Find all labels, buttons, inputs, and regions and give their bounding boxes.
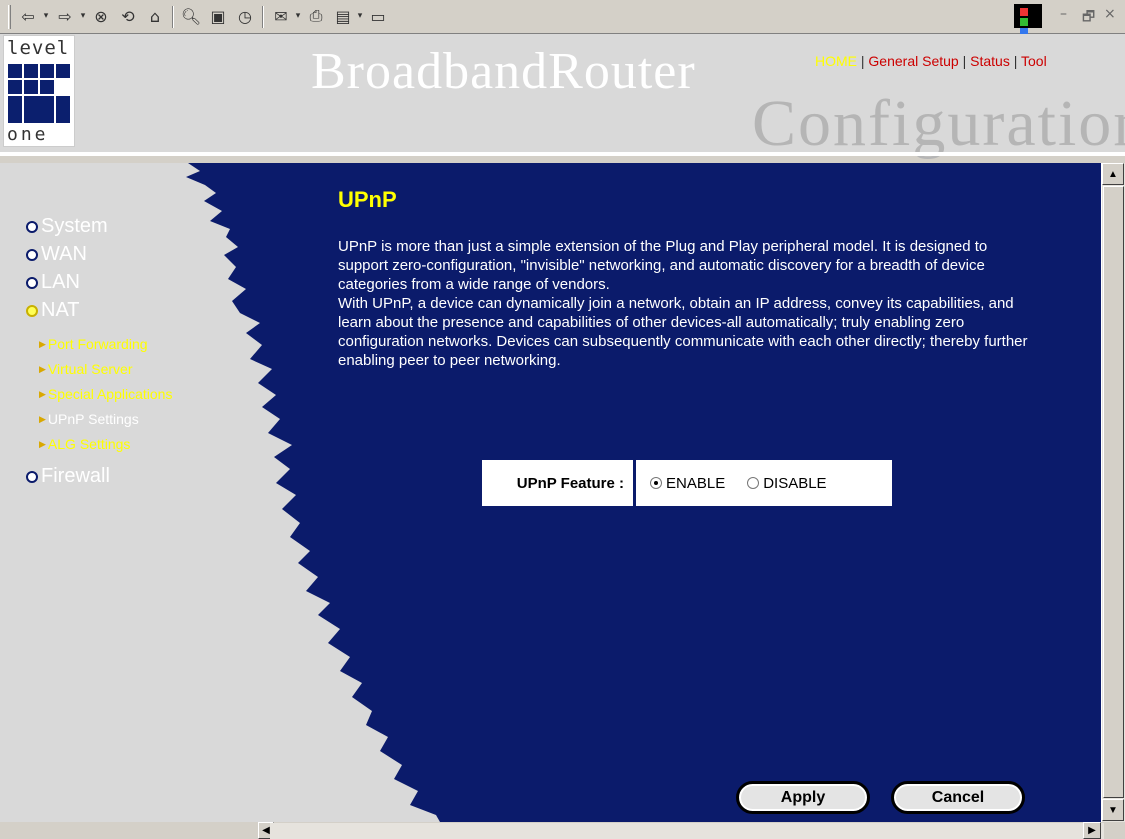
- arrow-right-icon: ▶: [39, 438, 46, 449]
- horizontal-scrollbar[interactable]: ◀ ▶: [0, 822, 1125, 839]
- toolbar-separator: [262, 6, 264, 28]
- sidebar-subitem-label: Port Forwarding: [47, 336, 148, 352]
- page-title: UPnP: [338, 187, 397, 212]
- nav-home[interactable]: HOME: [815, 53, 857, 69]
- nav-separator: |: [958, 53, 971, 69]
- upnp-feature-row: UPnP Feature : ENABLE DISABLE: [482, 460, 892, 506]
- sidebar-subitem-label: Special Applications: [47, 386, 173, 402]
- sidebar-subitem-label: Virtual Server: [47, 361, 133, 377]
- search-icon[interactable]: 🔍︎: [180, 5, 202, 27]
- cancel-button[interactable]: Cancel: [891, 781, 1025, 814]
- restore-icon[interactable]: 🗗: [1082, 6, 1095, 30]
- sidebar-item-label: System: [41, 215, 108, 237]
- sidebar-item-lan[interactable]: LAN: [26, 271, 80, 294]
- vertical-scrollbar[interactable]: ▲ ▼: [1101, 163, 1125, 822]
- stop-icon[interactable]: ⊗: [90, 5, 112, 27]
- scroll-track[interactable]: [270, 823, 1104, 839]
- disable-label: DISABLE: [763, 474, 827, 492]
- brand-subtitle: Configuration: [752, 87, 1125, 160]
- home-icon[interactable]: ⌂: [144, 5, 166, 27]
- sidebar-subitem-special-applications[interactable]: ▶ Special Applications: [39, 386, 172, 402]
- logo-grid-icon: [8, 64, 71, 124]
- sidebar-subitem-label: UPnP Settings: [47, 411, 139, 427]
- logo-text-bottom: one: [7, 124, 49, 145]
- sidebar-menu: System WAN LAN NAT ▶ Port Forwarding ▶ V…: [0, 163, 330, 822]
- upnp-feature-label: UPnP Feature :: [482, 460, 633, 506]
- forward-icon[interactable]: ⇨: [54, 5, 76, 27]
- toolbar-separator: [172, 6, 174, 28]
- scroll-right-icon[interactable]: ▶: [1083, 822, 1101, 839]
- router-header: level one Configuration BroadbandRouter …: [0, 34, 1125, 160]
- sidebar-item-system[interactable]: System: [26, 215, 108, 238]
- sidebar-item-label: LAN: [41, 271, 80, 293]
- radio-bullet-icon: [26, 276, 38, 289]
- history-icon[interactable]: ◷: [234, 5, 256, 27]
- page-description: UPnP is more than just a simple extensio…: [338, 237, 1038, 370]
- enable-radio[interactable]: ENABLE: [650, 475, 725, 492]
- nav-separator: |: [857, 53, 869, 69]
- sidebar-item-nat[interactable]: NAT: [26, 299, 80, 322]
- edit-icon[interactable]: ▤: [332, 5, 354, 27]
- radio-bullet-icon: [26, 470, 38, 483]
- header-divider: [0, 152, 1125, 156]
- sidebar-subitem-upnp-settings[interactable]: ▶ UPnP Settings: [39, 411, 139, 427]
- sidebar-subitem-virtual-server[interactable]: ▶ Virtual Server: [39, 361, 132, 377]
- close-icon[interactable]: ×: [1104, 6, 1116, 22]
- radio-bullet-icon: [26, 220, 38, 233]
- nav-status[interactable]: Status: [970, 53, 1010, 69]
- sidebar-item-wan[interactable]: WAN: [26, 243, 87, 266]
- arrow-right-icon: ▶: [39, 363, 46, 374]
- radio-bullet-icon: [26, 248, 38, 261]
- minimize-icon[interactable]: –: [1060, 6, 1067, 22]
- arrow-right-icon: ▶: [39, 388, 46, 399]
- brand-title: BroadbandRouter: [311, 43, 696, 100]
- mail-icon[interactable]: ✉: [270, 5, 292, 27]
- upnp-feature-options: ENABLE DISABLE: [636, 460, 892, 506]
- windows-logo-icon: [1014, 4, 1042, 46]
- sidebar-item-label: NAT: [41, 299, 80, 321]
- browser-toolbar: ⇦ ▾ ⇨ ▾ ⊗ ⟲ ⌂ 🔍︎ ▣ ◷ ✉ ▾ ⎙ ▤ ▾ ▭ – 🗗 ×: [0, 0, 1125, 46]
- back-icon[interactable]: ⇦: [17, 5, 39, 27]
- disable-radio[interactable]: DISABLE: [747, 474, 827, 492]
- edit-dropdown-icon[interactable]: ▾: [354, 5, 366, 27]
- nav-tool[interactable]: Tool: [1021, 53, 1047, 69]
- toolbar-grip: [8, 5, 11, 29]
- enable-label: ENABLE: [666, 474, 726, 492]
- scroll-thumb[interactable]: [1103, 186, 1124, 798]
- level-one-logo: level one: [3, 35, 75, 147]
- scroll-down-icon[interactable]: ▼: [1102, 799, 1124, 821]
- main-panel: UPnP UPnP is more than just a simple ext…: [338, 163, 1068, 822]
- refresh-icon[interactable]: ⟲: [117, 5, 139, 27]
- sidebar-subitem-port-forwarding[interactable]: ▶ Port Forwarding: [39, 336, 148, 352]
- radio-selected-icon[interactable]: [650, 477, 662, 489]
- discuss-icon[interactable]: ▭: [367, 5, 389, 27]
- print-icon[interactable]: ⎙: [305, 5, 327, 27]
- forward-dropdown-icon[interactable]: ▾: [77, 5, 89, 27]
- favorites-icon[interactable]: ▣: [207, 5, 229, 27]
- mail-dropdown-icon[interactable]: ▾: [292, 5, 304, 27]
- sidebar-subitem-alg-settings[interactable]: ▶ ALG Settings: [39, 436, 130, 452]
- radio-unselected-icon[interactable]: [747, 477, 760, 489]
- scroll-up-icon[interactable]: ▲: [1102, 163, 1124, 185]
- content-frame: System WAN LAN NAT ▶ Port Forwarding ▶ V…: [0, 163, 1101, 822]
- sidebar-item-label: Firewall: [41, 465, 110, 487]
- arrow-right-icon: ▶: [39, 413, 46, 424]
- sidebar-item-firewall[interactable]: Firewall: [26, 465, 110, 488]
- top-navigation: HOME | General Setup | Status | Tool: [815, 53, 1047, 69]
- back-dropdown-icon[interactable]: ▾: [40, 5, 52, 27]
- sidebar-item-label: WAN: [41, 243, 87, 265]
- check-bullet-icon: [26, 304, 38, 317]
- logo-text-top: level: [7, 37, 70, 59]
- description-paragraph: With UPnP, a device can dynamically join…: [338, 295, 1028, 369]
- nav-separator: |: [1009, 53, 1022, 69]
- arrow-right-icon: ▶: [39, 338, 46, 349]
- sidebar-subitem-label: ALG Settings: [47, 436, 131, 452]
- apply-button[interactable]: Apply: [736, 781, 870, 814]
- description-paragraph: UPnP is more than just a simple extensio…: [338, 238, 988, 293]
- nav-general-setup[interactable]: General Setup: [868, 53, 958, 69]
